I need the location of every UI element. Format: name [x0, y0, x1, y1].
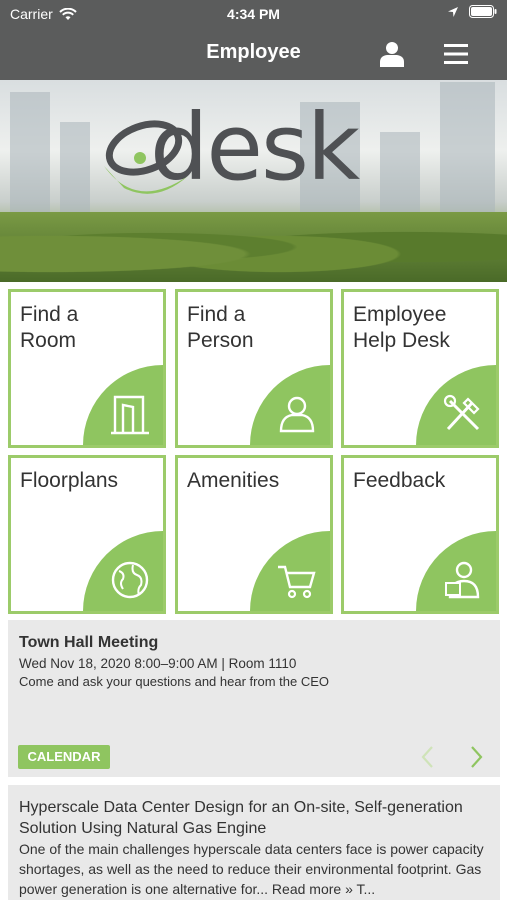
event-card[interactable]: Town Hall Meeting Wed Nov 18, 2020 8:00–…	[8, 620, 500, 777]
status-time: 4:34 PM	[227, 6, 280, 22]
tile-amenities[interactable]: Amenities	[175, 455, 333, 614]
tile-find-person[interactable]: Find a Person	[175, 289, 333, 448]
person-icon	[279, 396, 315, 433]
chevron-right-icon[interactable]	[466, 744, 486, 770]
event-title: Town Hall Meeting	[19, 634, 159, 651]
page-title: Employee	[206, 41, 301, 63]
feedback-icon	[445, 561, 480, 599]
battery-icon	[469, 5, 497, 18]
event-description: Come and ask your questions and hear fro…	[19, 674, 329, 689]
tile-feedback[interactable]: Feedback	[341, 455, 499, 614]
tile-label: Find a Person	[187, 303, 254, 352]
door-icon	[111, 395, 149, 435]
tile-label: Amenities	[187, 469, 280, 492]
tile-label: Employee Help Desk	[353, 303, 450, 352]
tile-find-room[interactable]: Find a Room	[8, 289, 166, 448]
status-bar: Carrier 4:34 PM	[0, 0, 507, 28]
tools-icon	[443, 394, 480, 431]
tile-help-desk[interactable]: Employee Help Desk	[341, 289, 499, 448]
calendar-badge[interactable]: CALENDAR	[18, 745, 110, 769]
tile-floorplans[interactable]: Floorplans	[8, 455, 166, 614]
globe-icon	[111, 561, 149, 599]
chevron-left-icon[interactable]	[418, 744, 438, 770]
hero-banner: desk	[0, 80, 507, 282]
tile-label: Find a Room	[20, 303, 79, 352]
app-header: Employee	[0, 28, 507, 80]
tile-label: Floorplans	[20, 469, 119, 492]
article-title: Hyperscale Data Center Design for an On-…	[19, 799, 463, 837]
location-arrow-icon	[448, 6, 458, 17]
cart-icon	[278, 565, 316, 599]
article-card[interactable]: Hyperscale Data Center Design for an On-…	[8, 785, 500, 900]
tile-label: Feedback	[353, 469, 446, 492]
event-datetime: Wed Nov 18, 2020 8:00–9:00 AM | Room 111…	[19, 656, 297, 671]
user-icon[interactable]	[379, 40, 405, 68]
logo-text: desk	[150, 94, 360, 201]
status-right	[447, 5, 497, 18]
article-body: One of the main challenges hyperscale da…	[19, 841, 484, 897]
hamburger-menu-icon[interactable]	[443, 42, 469, 66]
